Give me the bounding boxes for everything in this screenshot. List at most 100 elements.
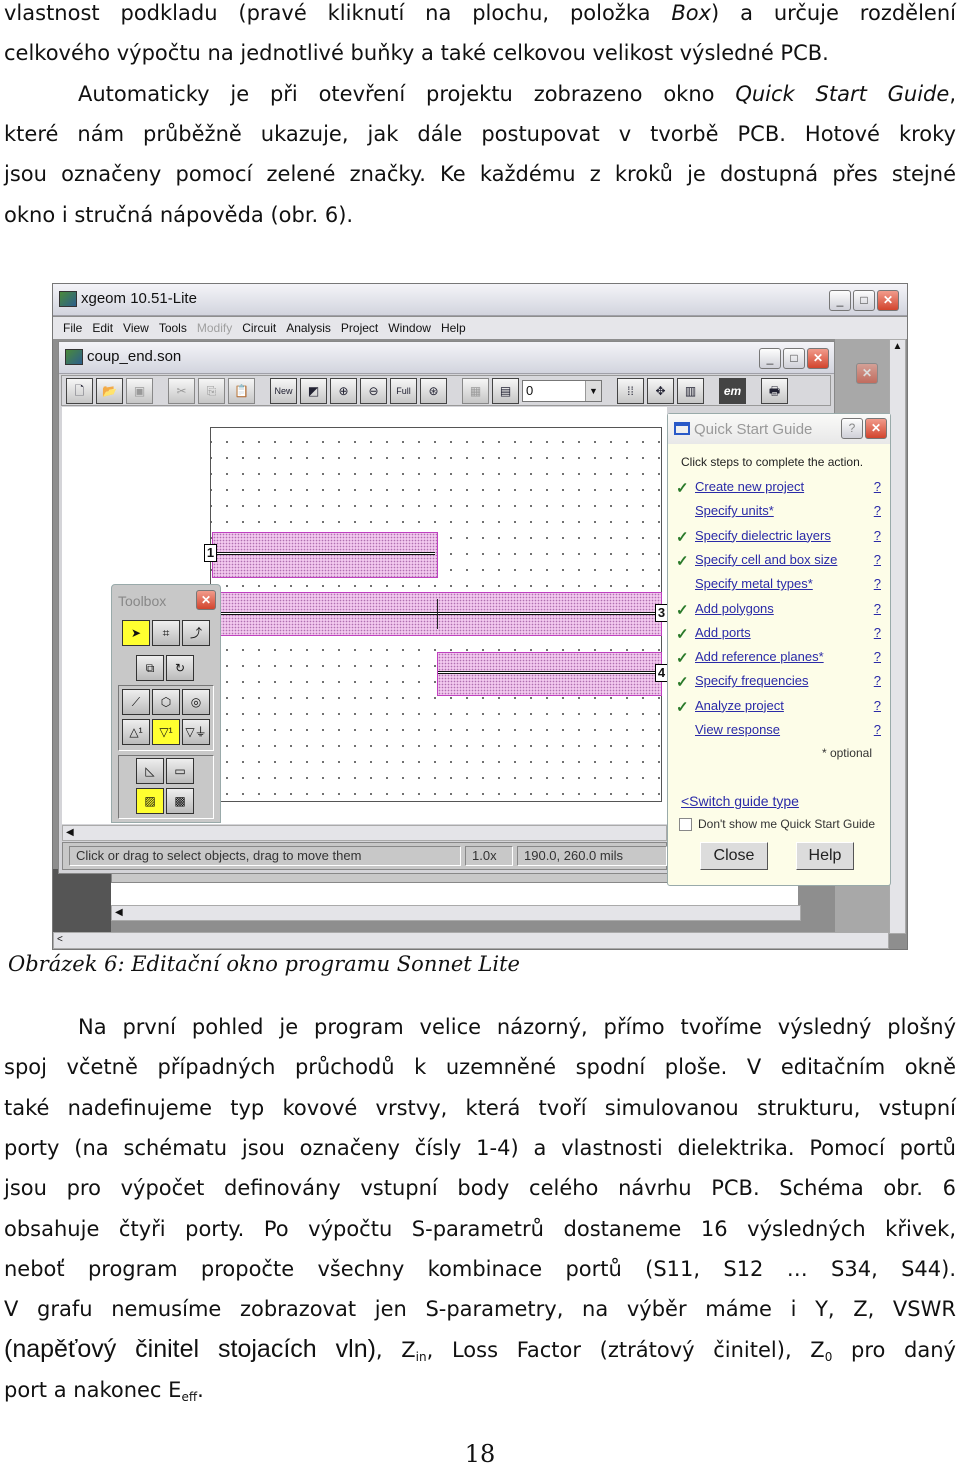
em-analysis-icon[interactable]: em bbox=[719, 377, 746, 404]
add-polygon-icon[interactable]: ⬡ bbox=[152, 689, 180, 715]
dont-show-checkbox[interactable] bbox=[679, 818, 692, 831]
add-ground-port-icon[interactable]: ▽⏚ bbox=[182, 719, 210, 745]
zoom-fit-icon[interactable]: ⊛ bbox=[420, 377, 447, 404]
menu-help[interactable]: Help bbox=[441, 321, 466, 335]
level-select[interactable]: 0 ▼ bbox=[522, 379, 602, 402]
3d-view-icon[interactable]: ◩ bbox=[300, 377, 327, 404]
move-icon[interactable]: ✥ bbox=[647, 377, 674, 404]
text-line: spoj včetně případných průchodů k uzemně… bbox=[4, 1053, 956, 1081]
step-help-link[interactable]: ? bbox=[874, 625, 881, 640]
grid-toggle-icon[interactable]: ▦ bbox=[462, 377, 489, 404]
toolbox-close-button[interactable]: ✕ bbox=[196, 590, 216, 610]
step-link[interactable]: Add polygons bbox=[695, 601, 774, 616]
qsg-help-button[interactable]: ? bbox=[841, 418, 863, 439]
select-pointer-icon[interactable]: ➤ bbox=[122, 620, 150, 646]
step-help-link[interactable]: ? bbox=[874, 698, 881, 713]
menu-modify[interactable]: Modify bbox=[197, 321, 232, 335]
close-button[interactable]: ✕ bbox=[877, 290, 899, 311]
step-link[interactable]: View response bbox=[695, 722, 780, 737]
layers-icon[interactable]: ▤ bbox=[492, 377, 519, 404]
snap-grid-icon[interactable]: ⁞⁞ bbox=[617, 377, 644, 404]
step-help-link[interactable]: ? bbox=[874, 722, 881, 737]
draw-polygon-icon[interactable]: ◺ bbox=[136, 758, 164, 784]
horizontal-scrollbar[interactable]: < bbox=[53, 932, 889, 949]
menu-window[interactable]: Window bbox=[388, 321, 431, 335]
maximize-button[interactable]: □ bbox=[853, 290, 875, 311]
menu-edit[interactable]: Edit bbox=[92, 321, 113, 335]
open-folder-icon[interactable]: 📂 bbox=[96, 377, 123, 404]
text-line: okno i stručná nápověda (obr. 6). bbox=[4, 201, 956, 229]
step-link[interactable]: Specify dielectric layers bbox=[695, 528, 831, 543]
background-close-button[interactable]: ✕ bbox=[856, 363, 878, 384]
step-help-link[interactable]: ? bbox=[874, 649, 881, 664]
cut-icon[interactable]: ✂ bbox=[168, 377, 195, 404]
print-icon[interactable]: 🖶 bbox=[761, 377, 788, 404]
menu-tools[interactable]: Tools bbox=[159, 321, 187, 335]
zoom-in-icon[interactable]: ⊕ bbox=[330, 377, 357, 404]
rotate-icon[interactable]: ↻ bbox=[166, 655, 194, 681]
add-port-tool-icon[interactable]: ⟋ bbox=[122, 689, 150, 715]
switch-guide-link[interactable]: <Switch guide type bbox=[681, 793, 799, 809]
step-link[interactable]: Analyze project bbox=[695, 698, 784, 713]
zoom-full-icon[interactable]: Full bbox=[390, 377, 417, 404]
menu-file[interactable]: File bbox=[63, 321, 82, 335]
qsg-close-button[interactable]: ✕ bbox=[865, 418, 887, 439]
check-icon: ✓ bbox=[676, 698, 689, 716]
copy-icon[interactable]: ⎘ bbox=[198, 377, 225, 404]
edit-points-icon[interactable]: ⌗ bbox=[152, 620, 180, 646]
reshape-icon[interactable]: ⤴ bbox=[182, 620, 210, 646]
menu-analysis[interactable]: Analysis bbox=[286, 321, 331, 335]
text-segment: , Z bbox=[375, 1338, 416, 1363]
new-file-icon[interactable]: 🗋 bbox=[66, 377, 93, 404]
text-line: jsou pro výpočet definovány vstupní body… bbox=[4, 1174, 956, 1202]
save-icon[interactable]: ▣ bbox=[126, 377, 153, 404]
help-button[interactable]: Help bbox=[796, 842, 854, 870]
step-help-link[interactable]: ? bbox=[874, 601, 881, 616]
draw-rectangle-icon[interactable]: ▭ bbox=[166, 758, 194, 784]
metal-polygon-2[interactable] bbox=[212, 592, 662, 636]
menu-circuit[interactable]: Circuit bbox=[242, 321, 276, 335]
background-hscrollbar[interactable]: ◀ bbox=[111, 905, 801, 921]
step-help-link[interactable]: ? bbox=[874, 479, 881, 494]
status-zoom: 1.0x bbox=[465, 846, 513, 866]
paste-icon[interactable]: 📋 bbox=[228, 377, 255, 404]
metal-polygon-3[interactable] bbox=[437, 652, 662, 696]
step-link[interactable]: Specify metal types* bbox=[695, 576, 813, 591]
menu-project[interactable]: Project bbox=[341, 321, 378, 335]
step-help-link[interactable]: ? bbox=[874, 552, 881, 567]
port-1[interactable]: 1 bbox=[204, 544, 217, 562]
step-link[interactable]: Add ports bbox=[695, 625, 751, 640]
zoom-out-icon[interactable]: ⊖ bbox=[360, 377, 387, 404]
ruler-icon[interactable]: ▥ bbox=[677, 377, 704, 404]
new-view-icon[interactable]: New bbox=[270, 377, 297, 404]
chevron-down-icon[interactable]: ▼ bbox=[585, 380, 601, 401]
step-link[interactable]: Create new project bbox=[695, 479, 804, 494]
text-segment: porty (na schématu jsou označeny čísly 1… bbox=[4, 1135, 956, 1160]
text-segment: pro daný bbox=[832, 1338, 956, 1363]
canvas-hscrollbar[interactable]: ◀ bbox=[62, 825, 667, 841]
dielectric-brick-icon[interactable]: ▩ bbox=[166, 788, 194, 814]
add-via-icon[interactable]: ⧉ bbox=[136, 655, 164, 681]
doc-close-button[interactable]: ✕ bbox=[807, 348, 829, 369]
close-button-qsg[interactable]: Close bbox=[700, 842, 768, 870]
step-help-link[interactable]: ? bbox=[874, 528, 881, 543]
menu-view[interactable]: View bbox=[123, 321, 149, 335]
doc-maximize-button[interactable]: □ bbox=[783, 348, 805, 369]
step-link[interactable]: Specify frequencies bbox=[695, 673, 808, 688]
vertical-scrollbar[interactable]: ▲ bbox=[889, 339, 906, 934]
step-help-link[interactable]: ? bbox=[874, 503, 881, 518]
doc-minimize-button[interactable]: _ bbox=[759, 348, 781, 369]
add-circle-icon[interactable]: ◎ bbox=[182, 689, 210, 715]
metal-polygon-1[interactable] bbox=[212, 532, 438, 578]
add-port-down-icon[interactable]: ▽¹ bbox=[152, 719, 180, 745]
step-help-link[interactable]: ? bbox=[874, 576, 881, 591]
step-link[interactable]: Specify units* bbox=[695, 503, 774, 518]
minimize-button[interactable]: _ bbox=[829, 290, 851, 311]
step-link[interactable]: Add reference planes* bbox=[695, 649, 824, 664]
metal-fill-icon[interactable]: ▨ bbox=[136, 788, 164, 814]
circuit-box[interactable]: 1 3 4 bbox=[204, 427, 668, 802]
add-port-up-icon[interactable]: △¹ bbox=[122, 719, 150, 745]
step-help-link[interactable]: ? bbox=[874, 673, 881, 688]
step-link[interactable]: Specify cell and box size bbox=[695, 552, 837, 567]
qsg-step: Specify units*? bbox=[676, 503, 881, 523]
